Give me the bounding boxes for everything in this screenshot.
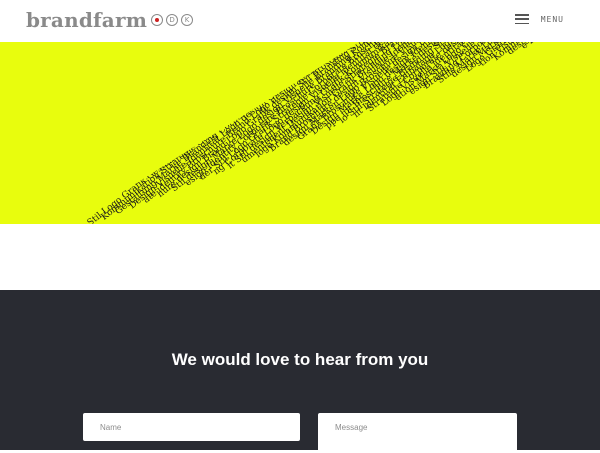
- brandfarm-logo[interactable]: brandfarm D K: [26, 8, 198, 32]
- ribbon-text-group: Stil Logo Grafik Gestaltung Design Marke…: [86, 26, 600, 224]
- site-header: brandfarm D K MENU: [0, 0, 600, 42]
- contact-title: We would love to hear from you: [171, 350, 429, 369]
- hero-banner: Stil Logo Grafik Gestaltung Design Marke…: [0, 26, 600, 224]
- logo-dot-circle-icon: [151, 14, 164, 26]
- name-input[interactable]: [83, 413, 300, 441]
- menu-toggle[interactable]: MENU: [514, 14, 564, 24]
- logo-k-circle-icon: K: [181, 14, 194, 26]
- contact-section: We would love to hear from you: [0, 290, 600, 453]
- typographic-ribbon: Stil Logo Grafik Gestaltung Design Marke…: [86, 26, 600, 224]
- logo-wordmark: brandfarm: [26, 8, 148, 32]
- menu-label: MENU: [540, 14, 564, 24]
- logo-d-circle-icon: D: [166, 14, 179, 26]
- hamburger-icon: [514, 14, 529, 24]
- logo-circles: D K: [151, 14, 194, 26]
- message-textarea[interactable]: [318, 413, 517, 453]
